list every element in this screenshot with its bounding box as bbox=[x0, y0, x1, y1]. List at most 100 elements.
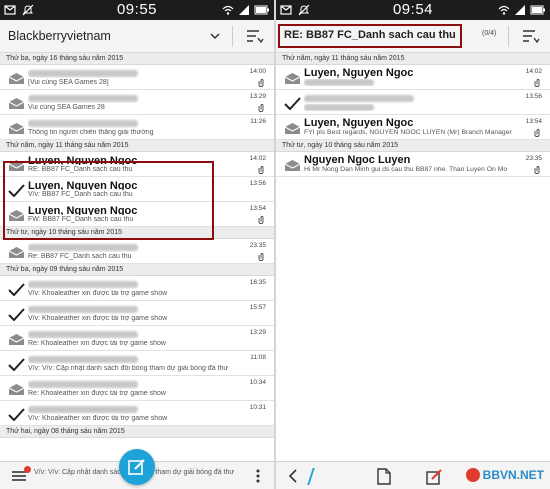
filter-icon[interactable] bbox=[246, 28, 264, 44]
message-time: 15:57 bbox=[249, 304, 266, 311]
tab-indicator bbox=[307, 468, 315, 485]
redacted-sender bbox=[28, 94, 138, 102]
filter-icon[interactable] bbox=[522, 28, 540, 44]
watermark-text: BBVN.NET bbox=[482, 468, 544, 482]
more-options-icon[interactable] bbox=[256, 469, 260, 483]
message-row[interactable]: Vui cùng SEA Games 28 13:29 bbox=[0, 90, 274, 115]
sender-name: Luyen, Nguyen Ngoc bbox=[304, 67, 414, 79]
message-row[interactable]: Re: BB87 FC_Danh sach cau thu 23:35 bbox=[0, 239, 274, 264]
message-row[interactable]: Re: Khoaleather xin được tài trợ game sh… bbox=[0, 326, 274, 351]
sender-name: Nguyen Ngoc Luyen bbox=[304, 154, 411, 166]
message-row[interactable]: Luyen, Nguyen Ngoc 14:02 bbox=[276, 65, 550, 90]
screenshot-stage: 09:55 Blackberryvietnam Thứ ba, ngày 16 … bbox=[0, 0, 550, 489]
redacted-sender bbox=[28, 243, 138, 251]
sender-name: Luyen, Nguyen Ngoc bbox=[304, 117, 414, 129]
date-header: Thứ ba, ngày 16 tháng sáu năm 2015 bbox=[0, 53, 274, 65]
message-time: 14:02 bbox=[525, 68, 542, 75]
back-icon[interactable] bbox=[288, 469, 298, 483]
message-time: 10:31 bbox=[249, 404, 266, 411]
message-row[interactable]: [Vui cùng SEA Games 28] 14:00 bbox=[0, 65, 274, 90]
checkmark-icon bbox=[8, 283, 25, 296]
message-time: 23:35 bbox=[525, 155, 542, 162]
message-time: 23:35 bbox=[249, 242, 266, 249]
message-preview: Re: Khoaleather xin được tài trợ game sh… bbox=[28, 340, 166, 347]
conversation-list: Thứ năm, ngày 11 tháng sáu năm 2015 Luye… bbox=[276, 53, 550, 177]
signal-icon bbox=[239, 5, 249, 15]
message-row[interactable]: Thông tin người chiến thắng giải thưởng … bbox=[0, 115, 274, 140]
chevron-down-icon[interactable] bbox=[210, 31, 220, 41]
redacted-sender bbox=[28, 405, 138, 413]
document-icon[interactable] bbox=[376, 468, 392, 485]
attachment-icon bbox=[258, 216, 264, 224]
notification-badge bbox=[24, 466, 31, 473]
redacted-sender bbox=[28, 380, 138, 388]
envelope-open-icon bbox=[284, 160, 301, 171]
message-preview: V/v: Khoaleather xin được tài trợ game s… bbox=[28, 415, 168, 422]
date-header: Thứ năm, ngày 11 tháng sáu năm 2015 bbox=[276, 53, 550, 65]
battery-icon bbox=[530, 5, 545, 15]
date-header: Thứ ba, ngày 09 tháng sáu năm 2015 bbox=[0, 264, 274, 276]
redacted-preview bbox=[304, 104, 374, 111]
message-preview: FYI pls Best regards, NGUYEN NGOC LUYEN … bbox=[304, 129, 512, 136]
message-row[interactable]: Nguyen Ngoc Luyen Hi Mr Nong Dan Minh gu… bbox=[276, 152, 550, 177]
signal-icon bbox=[515, 5, 525, 15]
attachment-icon bbox=[258, 104, 264, 112]
envelope-open-icon bbox=[8, 334, 25, 345]
envelope-open-icon bbox=[284, 73, 301, 84]
checkmark-icon bbox=[8, 408, 25, 421]
message-time: 11:08 bbox=[250, 354, 266, 361]
message-time: 13:54 bbox=[249, 205, 266, 212]
message-time: 11:26 bbox=[250, 118, 266, 125]
envelope-open-icon bbox=[8, 123, 25, 134]
envelope-open-icon bbox=[8, 98, 25, 109]
message-preview: [Vui cùng SEA Games 28] bbox=[28, 79, 109, 86]
message-counter: (0/4) bbox=[482, 30, 497, 37]
attachment-icon bbox=[258, 79, 264, 87]
message-time: 10:34 bbox=[249, 379, 266, 386]
redacted-sender bbox=[28, 305, 138, 313]
message-list: Thứ ba, ngày 16 tháng sáu năm 2015 [Vui … bbox=[0, 53, 274, 438]
date-header: Thứ năm, ngày 11 tháng sáu năm 2015 bbox=[0, 140, 274, 152]
envelope-open-icon bbox=[8, 73, 25, 84]
message-time: 14:00 bbox=[249, 68, 266, 75]
message-row[interactable]: Re: Khoaleather xin được tài trợ game sh… bbox=[0, 376, 274, 401]
battery-icon bbox=[254, 5, 269, 15]
status-bar: 09:55 bbox=[0, 0, 274, 20]
compose-draft-icon[interactable] bbox=[426, 468, 443, 485]
attachment-icon bbox=[534, 129, 540, 137]
highlight-box bbox=[3, 161, 214, 240]
account-name: Blackberryvietnam bbox=[8, 29, 111, 43]
conversation-header: RE: BB87 FC_Danh sach cau thu (0/4) bbox=[276, 20, 550, 53]
wifi-icon bbox=[222, 5, 234, 15]
redacted-preview bbox=[304, 79, 374, 86]
account-header[interactable]: Blackberryvietnam bbox=[0, 20, 274, 53]
redacted-sender bbox=[28, 330, 138, 338]
redacted-sender bbox=[28, 69, 138, 77]
message-time: 13:56 bbox=[249, 180, 266, 187]
checkmark-icon bbox=[8, 308, 25, 321]
envelope-open-icon bbox=[284, 123, 301, 134]
message-row[interactable]: V/v: V/v: Cập nhật danh sách đội bóng th… bbox=[0, 351, 274, 376]
attachment-icon bbox=[534, 79, 540, 87]
logo-icon bbox=[465, 468, 480, 482]
checkmark-icon bbox=[8, 358, 25, 371]
message-time: 13:29 bbox=[249, 329, 266, 336]
status-bar: 09:54 bbox=[276, 0, 550, 20]
message-row[interactable]: 13:56 bbox=[276, 90, 550, 115]
redacted-sender bbox=[28, 119, 138, 127]
message-row[interactable]: V/v: Khoaleather xin được tài trợ game s… bbox=[0, 276, 274, 301]
checkmark-icon bbox=[284, 97, 301, 110]
redacted-sender bbox=[28, 355, 138, 363]
message-time: 16:35 bbox=[249, 279, 266, 286]
message-preview: Re: Khoaleather xin được tài trợ game sh… bbox=[28, 390, 166, 397]
envelope-open-icon bbox=[8, 247, 25, 258]
wifi-icon bbox=[498, 5, 510, 15]
message-time: 13:54 bbox=[525, 118, 542, 125]
watermark-logo: BBVN.NET bbox=[465, 468, 544, 482]
compose-button[interactable] bbox=[119, 449, 155, 485]
message-row[interactable]: V/v: Khoaleather xin được tài trợ game s… bbox=[0, 301, 274, 326]
attachment-icon bbox=[258, 166, 264, 174]
message-time: 14:02 bbox=[249, 155, 266, 162]
message-row[interactable]: Luyen, Nguyen Ngoc FYI pls Best regards,… bbox=[276, 115, 550, 140]
message-row[interactable]: V/v: Khoaleather xin được tài trợ game s… bbox=[0, 401, 274, 426]
